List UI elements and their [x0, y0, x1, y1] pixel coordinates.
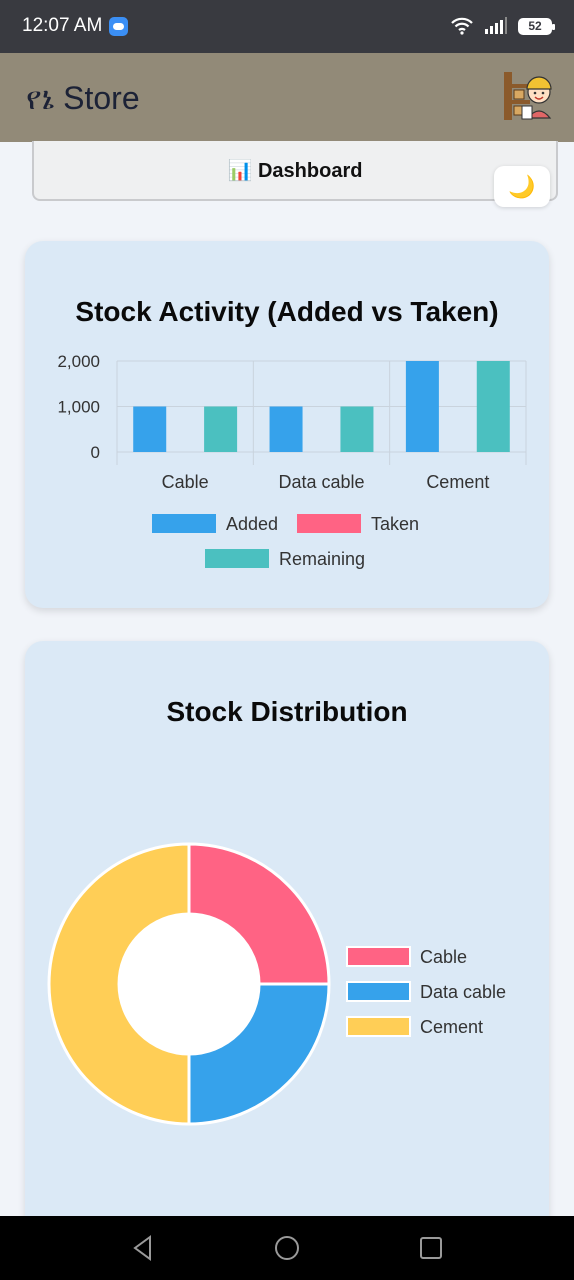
stock-distribution-title: Stock Distribution: [166, 696, 408, 727]
home-icon[interactable]: [274, 1235, 300, 1261]
bar-added-cable: [133, 406, 167, 452]
navigation-bar: [0, 1216, 574, 1280]
y-tick-label: 2,000: [57, 352, 100, 371]
legend-label-remaining: Remaining: [279, 549, 365, 569]
x-tick-label: Cable: [162, 472, 209, 492]
legend-swatch-cement: [346, 1016, 411, 1037]
dark-mode-toggle[interactable]: 🌙: [494, 166, 550, 207]
donut-hole: [120, 915, 258, 1053]
legend-swatch-remaining: [205, 549, 269, 568]
app-bar: የኔ Store: [0, 53, 574, 142]
legend-swatch-taken: [297, 514, 361, 533]
recents-icon[interactable]: [419, 1236, 443, 1260]
wifi-icon: [451, 17, 473, 35]
dashboard-tab-label: 📊 Dashboard: [227, 160, 363, 182]
status-time: 12:07 AM: [22, 15, 103, 36]
bar-added-cement: [405, 361, 439, 452]
y-tick-label: 1,000: [57, 398, 100, 417]
stock-activity-card: Stock Activity (Added vs Taken) 2,000 1,0…: [25, 241, 549, 608]
bar-remaining-cement: [476, 361, 510, 452]
app-title: የኔ Store: [26, 80, 140, 116]
x-tick-label: Data cable: [278, 472, 364, 492]
legend-label-taken: Taken: [371, 514, 419, 534]
bar-remaining-data-cable: [340, 406, 374, 452]
legend-swatch-data-cable: [346, 981, 411, 1002]
signal-icon: [485, 17, 507, 34]
cloud-icon: [109, 17, 128, 36]
moon-icon: 🌙: [508, 174, 536, 199]
storekeeper-avatar[interactable]: [500, 70, 558, 124]
x-tick-label: Cement: [426, 472, 489, 492]
legend-swatch-cable: [346, 946, 411, 967]
bar-remaining-cable: [204, 406, 238, 452]
stock-distribution-card: Stock Distribution Cable Data cable Cement: [25, 641, 549, 1261]
dashboard-tab[interactable]: 📊 Dashboard: [32, 141, 558, 201]
back-icon[interactable]: [131, 1235, 155, 1261]
stock-distribution-chart: Cable Data cable Cement: [47, 842, 506, 1126]
y-tick-label: 0: [91, 443, 100, 462]
legend-label-cable: Cable: [420, 947, 467, 967]
bar-added-data-cable: [269, 406, 303, 452]
legend-label-cement: Cement: [420, 1017, 483, 1037]
legend-swatch-added: [152, 514, 216, 533]
legend-label-added: Added: [226, 514, 278, 534]
stock-activity-chart: 2,000 1,000 0 Cable Data cable Cement Added Tak…: [57, 352, 527, 569]
legend-label-data-cable: Data cable: [420, 982, 506, 1002]
status-bar: 12:07 AM 52: [0, 0, 574, 53]
stock-activity-title: Stock Activity (Added vs Taken): [75, 296, 499, 327]
battery-icon: 52: [518, 17, 555, 35]
